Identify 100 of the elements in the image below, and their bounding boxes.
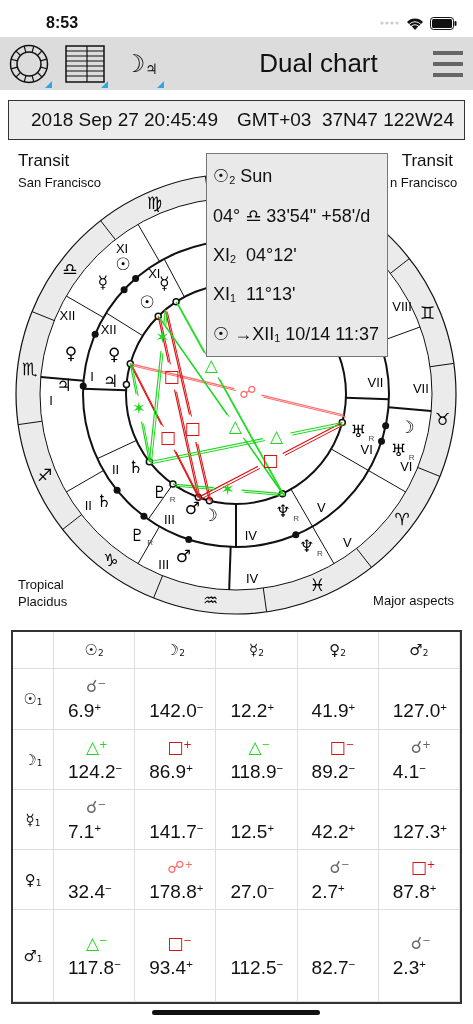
house-label: V (343, 534, 352, 550)
aspect-symbol: □ (184, 418, 201, 439)
planet-glyph: ♇ (129, 524, 145, 545)
table-cell: 142.0$^{−}$ (149, 700, 204, 722)
aspect-symbol: ☌$^{−}$ (329, 856, 350, 879)
house-label: V (317, 500, 326, 516)
screen-title: Dual chart (258, 48, 379, 79)
location-label: San Francisco (18, 175, 102, 190)
signal-icon (380, 21, 400, 25)
menu-button[interactable] (433, 50, 463, 77)
table-cell: 118.9$^{−}$ (230, 760, 284, 783)
location-text: GMT+03 37N47 122W24 (236, 109, 454, 131)
sign-glyph: ♑ (103, 550, 119, 571)
table-cell: 41.9$^{+}$ (311, 700, 356, 722)
planet-glyph: ♂ (175, 545, 192, 566)
table-cell: 89.2$^{−}$ (311, 760, 356, 783)
planet-glyph: ♄ (96, 491, 112, 511)
house-label: VI (400, 459, 413, 475)
planet-glyph: ♀ (108, 344, 121, 365)
chart-label: Transit (18, 151, 70, 171)
sign-glyph: ♏ (21, 358, 38, 379)
house-label: XII (100, 322, 117, 338)
house-label: XII (59, 308, 76, 324)
table-cell: 32.4$^{−}$ (68, 880, 112, 903)
aspect-symbol: ☌$^{+}$ (410, 736, 431, 759)
planet-glyph: ♃ (103, 370, 119, 391)
aspect-symbol: □ (262, 449, 279, 470)
house-label: III (158, 557, 170, 573)
aspect-symbol: ☍$^{+}$ (167, 856, 193, 879)
retrograde-mark: R (408, 453, 415, 462)
popup-line: XI$_{2}$ 04°12' (213, 245, 298, 266)
status-time: 8:53 (46, 13, 79, 33)
house-label: IV (246, 571, 259, 587)
planet-glyph: ☉ (139, 291, 155, 312)
sign-glyph: ♐ (36, 465, 53, 486)
house-label: XI (148, 265, 161, 281)
planet-glyph: ♅ (350, 421, 367, 442)
planet-glyph: ☽ (399, 417, 415, 438)
planet-glyph: ♂ (184, 497, 200, 518)
chart-setting-label: Tropical (18, 577, 64, 592)
aspect-symbol: △$^{−}$ (248, 736, 270, 759)
table-cell: 87.8$^{+}$ (392, 880, 437, 903)
planet-glyph: ☿ (97, 272, 108, 293)
table-cell: 2.3$^{+}$ (392, 956, 426, 979)
aspect-symbol: □$^{+}$ (167, 736, 192, 759)
planet-glyph: ♆ (299, 536, 315, 557)
battery-icon (430, 16, 457, 30)
aspect-symbol: △ (270, 425, 284, 446)
table-cell: 6.9$^{+}$ (68, 700, 102, 722)
house-label: XI (115, 241, 129, 257)
wifi-icon (406, 16, 424, 30)
aspect-symbol: ☌$^{−}$ (86, 676, 106, 698)
planet-glyph: ♇ (152, 481, 168, 502)
aspect-symbol: ✶ (131, 397, 146, 418)
table-icon (65, 44, 105, 83)
table-cell: 117.8$^{−}$ (68, 956, 121, 979)
table-cell: 112.5$^{−}$ (230, 956, 284, 979)
planet-glyph: ♆ (275, 500, 291, 521)
sign-glyph: ♍ (147, 192, 163, 213)
table-cell: 12.5$^{+}$ (230, 820, 275, 843)
table-cell: 127.3$^{+}$ (392, 820, 447, 843)
chart-setting-label: Major aspects (373, 593, 454, 608)
retrograde-mark: R (368, 434, 375, 444)
house-label: VII (367, 374, 384, 390)
planet-glyph: ♄ (128, 456, 144, 477)
sign-glyph: ♎ (62, 258, 78, 279)
aspect-symbol: ☍ (239, 381, 257, 402)
table-cell: 141.7$^{−}$ (149, 820, 204, 843)
aspect-symbol: □ (159, 427, 176, 448)
house-label: II (84, 498, 92, 514)
table-cell: 86.9$^{+}$ (149, 760, 193, 783)
aspect-symbol: △$^{+}$ (86, 736, 108, 759)
retrograde-mark: R (293, 513, 299, 523)
aspect-symbol: □$^{−}$ (167, 932, 192, 955)
date-time-text: 2018 Sep 27 20:45:49 (31, 109, 218, 131)
planet-glyph: ♀ (64, 342, 78, 363)
table-cell: 2.7$^{+}$ (311, 880, 345, 903)
house-label: I (49, 393, 53, 409)
aspect-symbol: □$^{+}$ (410, 856, 436, 879)
popup-line: ☉ →XII$_{1}$ 10/14 11:37 (213, 323, 380, 345)
aspect-symbol: △ (204, 355, 218, 376)
table-cell: 27.0$^{−}$ (230, 880, 275, 903)
popup-line: XI$_{1}$ 11°13' (213, 284, 297, 305)
house-label: I (90, 369, 94, 385)
house-label: VI (360, 442, 373, 458)
table-cell: 127.0$^{+}$ (392, 700, 447, 722)
house-label: VII (412, 380, 429, 396)
table-cell: 124.2$^{−}$ (68, 760, 123, 783)
wheel-icon (9, 43, 49, 84)
planet-glyph: ☉ (115, 254, 131, 275)
corner-indicator-icon (157, 80, 164, 88)
planet-glyph: ♃ (56, 375, 72, 395)
house-label: II (111, 462, 120, 478)
chart-label: Transit (401, 151, 453, 171)
aspect-symbol: ☌$^{−}$ (86, 796, 106, 819)
house-label: III (163, 512, 175, 528)
sign-glyph: ♒ (203, 590, 219, 611)
sign-glyph: ♊ (419, 302, 436, 323)
retrograde-mark: R (147, 537, 154, 547)
table-cell: 82.7$^{−}$ (311, 956, 356, 979)
